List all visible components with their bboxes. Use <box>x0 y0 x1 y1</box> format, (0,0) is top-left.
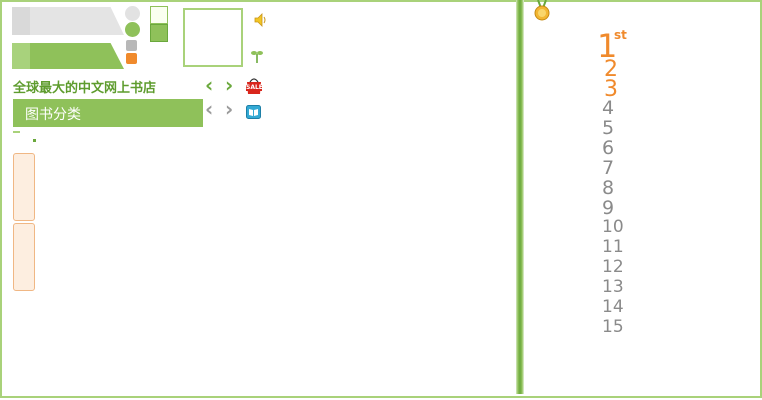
swatch-light <box>150 6 168 24</box>
rank-number-4: 4 <box>602 97 615 119</box>
rank-number-14: 14 <box>602 297 624 317</box>
side-card-2[interactable] <box>13 223 35 291</box>
rank-number-15: 15 <box>602 317 624 337</box>
tab-shape-gray-edge <box>12 7 30 35</box>
next-arrow-green[interactable]: › <box>225 75 233 95</box>
sprout-icon <box>250 48 264 68</box>
rank-number-5: 5 <box>602 117 615 139</box>
left-panel: 全球最大的中文网上书店 ‹ › SALE 图书分类 ‹ › <box>3 3 515 393</box>
book-icon[interactable] <box>246 104 261 123</box>
category-label: 图书分类 <box>25 107 81 123</box>
speaker-icon[interactable] <box>253 12 269 32</box>
rank-number-13: 13 <box>602 277 624 297</box>
ranking-panel: 1st 2 3 4 5 6 7 8 9 10 11 12 13 14 15 <box>524 0 758 394</box>
preview-box <box>183 8 243 67</box>
site-slogan: 全球最大的中文网上书店 <box>13 81 157 96</box>
side-card-1[interactable] <box>13 153 35 221</box>
rank-number-8: 8 <box>602 177 615 199</box>
medal-icon <box>533 0 551 26</box>
rank-number-12: 12 <box>602 257 624 277</box>
tiny-dot <box>33 139 36 142</box>
rank-number-11: 11 <box>602 237 624 257</box>
rank-number-10: 10 <box>602 217 624 237</box>
prev-arrow-green[interactable]: ‹ <box>205 75 213 95</box>
prev-arrow-gray[interactable]: ‹ <box>205 99 213 119</box>
panel-divider[interactable] <box>516 0 524 394</box>
dot-green <box>125 22 140 37</box>
rank-number-6: 6 <box>602 137 615 159</box>
rank-number-9: 9 <box>602 197 615 219</box>
rank-first-suffix: st <box>614 28 627 42</box>
rank-number-7: 7 <box>602 157 615 179</box>
sale-text: SALE <box>246 84 263 91</box>
square-gray <box>126 40 137 51</box>
tab-shape-green-edge <box>12 43 30 69</box>
square-orange <box>126 53 137 64</box>
tiny-mark <box>13 131 20 133</box>
swatch-green <box>150 24 168 42</box>
dot-gray <box>125 6 140 21</box>
next-arrow-gray[interactable]: › <box>225 99 233 119</box>
